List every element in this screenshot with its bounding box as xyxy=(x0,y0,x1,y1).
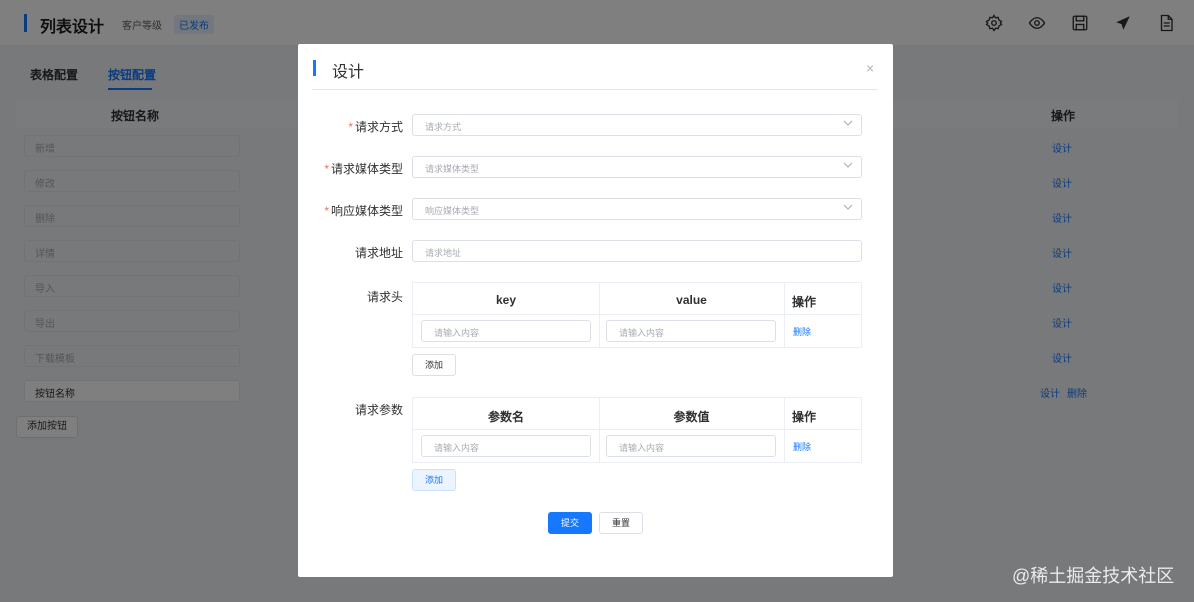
col-value: value xyxy=(676,293,707,307)
request-media-placeholder: 请求媒体类型 xyxy=(425,164,480,174)
params-table-header: 参数名 参数值 操作 xyxy=(413,398,861,430)
chevron-down-icon xyxy=(843,120,853,126)
chevron-down-icon xyxy=(843,162,853,168)
request-url-input[interactable]: 请求地址 xyxy=(412,240,862,262)
dialog-divider xyxy=(312,89,878,90)
col-param-name: 参数名 xyxy=(487,410,524,424)
request-method-select[interactable]: 请求方式 xyxy=(412,114,862,136)
request-media-select[interactable]: 请求媒体类型 xyxy=(412,156,862,178)
request-method-placeholder: 请求方式 xyxy=(425,122,462,132)
required-mark: * xyxy=(324,204,329,218)
header-value-input[interactable]: 请输入内容 xyxy=(606,320,776,342)
request-media-label: * 请求媒体类型 xyxy=(324,162,403,176)
request-method-label: * 请求方式 xyxy=(348,120,403,134)
reset-button[interactable]: 重置 xyxy=(599,512,643,534)
headers-table: key value 操作 请输入内容 请输入内容 删除 xyxy=(412,282,862,348)
add-param-button[interactable]: 添加 xyxy=(412,469,456,491)
col-action: 操作 xyxy=(791,295,816,309)
param-name-input[interactable]: 请输入内容 xyxy=(421,435,591,457)
col-action: 操作 xyxy=(791,410,816,424)
submit-button[interactable]: 提交 xyxy=(548,512,592,534)
close-icon[interactable]: × xyxy=(866,60,874,76)
dialog-title-accent xyxy=(313,60,316,76)
column-divider xyxy=(784,430,785,462)
dialog-title: 设计 xyxy=(332,64,365,81)
required-mark: * xyxy=(324,162,329,176)
response-media-placeholder: 响应媒体类型 xyxy=(425,206,480,216)
required-mark: * xyxy=(348,120,353,134)
watermark: @稀土掘金技术社区 xyxy=(1012,566,1175,586)
response-media-label: * 响应媒体类型 xyxy=(324,204,403,218)
param-value-input[interactable]: 请输入内容 xyxy=(606,435,776,457)
column-divider xyxy=(599,430,600,462)
request-url-label: 请求地址 xyxy=(354,246,403,260)
table-row: 请输入内容 请输入内容 删除 xyxy=(413,430,861,462)
add-header-button[interactable]: 添加 xyxy=(412,354,456,376)
request-params-label: 请求参数 xyxy=(354,403,403,417)
delete-param-link[interactable]: 删除 xyxy=(793,440,811,453)
delete-header-link[interactable]: 删除 xyxy=(793,325,811,338)
col-key: key xyxy=(495,293,517,307)
column-divider xyxy=(599,315,600,347)
chevron-down-icon xyxy=(843,204,853,210)
col-param-value: 参数值 xyxy=(673,410,710,424)
response-media-select[interactable]: 响应媒体类型 xyxy=(412,198,862,220)
design-dialog: 设计 × * 请求方式 请求方式 * 请求媒体类型 请求媒体类型 * 响应媒体类型 响… xyxy=(298,44,893,577)
params-table: 参数名 参数值 操作 请输入内容 请输入内容 删除 xyxy=(412,397,862,463)
header-key-input[interactable]: 请输入内容 xyxy=(421,320,591,342)
column-divider xyxy=(784,315,785,347)
headers-table-header: key value 操作 xyxy=(413,283,861,315)
request-headers-label: 请求头 xyxy=(366,290,403,304)
table-row: 请输入内容 请输入内容 删除 xyxy=(413,315,861,347)
